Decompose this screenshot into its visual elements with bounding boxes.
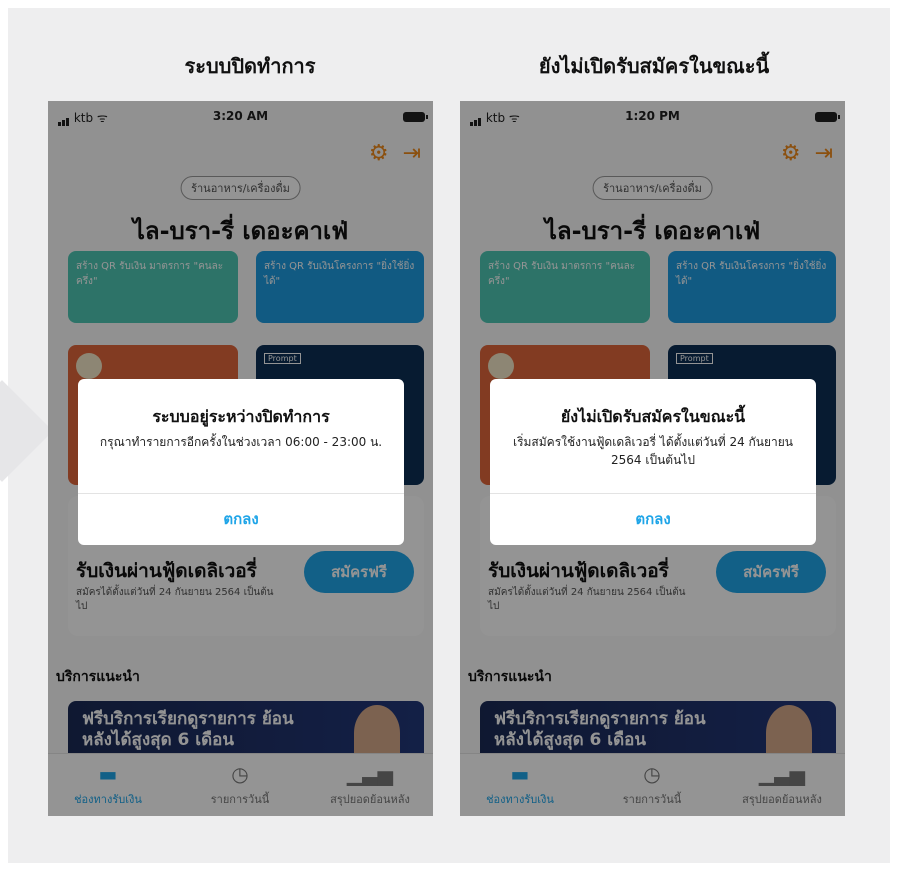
- dialog-title: ระบบอยู่ระหว่างปิดทำการ: [152, 407, 330, 426]
- alert-dialog: ระบบอยู่ระหว่างปิดทำการ กรุณาทำรายการอีก…: [78, 379, 404, 545]
- dialog-message: เริ่มสมัครใช้งานฟู้ดเดลิเวอรี่ ได้ตั้งแต…: [512, 435, 794, 467]
- dialog-title: ยังไม่เปิดรับสมัครในขณะนี้: [560, 407, 746, 426]
- ok-button[interactable]: ตกลง: [490, 493, 816, 545]
- caption-right: ยังไม่เปิดรับสมัครในขณะนี้: [538, 54, 770, 78]
- dialog-message: กรุณาทำรายการอีกครั้งในช่วงเวลา 06:00 - …: [99, 435, 383, 449]
- ok-button[interactable]: ตกลง: [78, 493, 404, 545]
- phone-screen-closed: ktb ᯤ 3:20 AM ⚙ ⇥ ร้านอาหาร/เครื่องดื่ม ไ…: [48, 101, 433, 816]
- alert-dialog: ยังไม่เปิดรับสมัครในขณะนี้ เริ่มสมัครใช้…: [490, 379, 816, 545]
- caption-left: ระบบปิดทำการ: [184, 54, 316, 78]
- phone-screen-not-open: ktb ᯤ 1:20 PM ⚙ ⇥ ร้านอาหาร/เครื่องดื่ม ไ…: [460, 101, 845, 816]
